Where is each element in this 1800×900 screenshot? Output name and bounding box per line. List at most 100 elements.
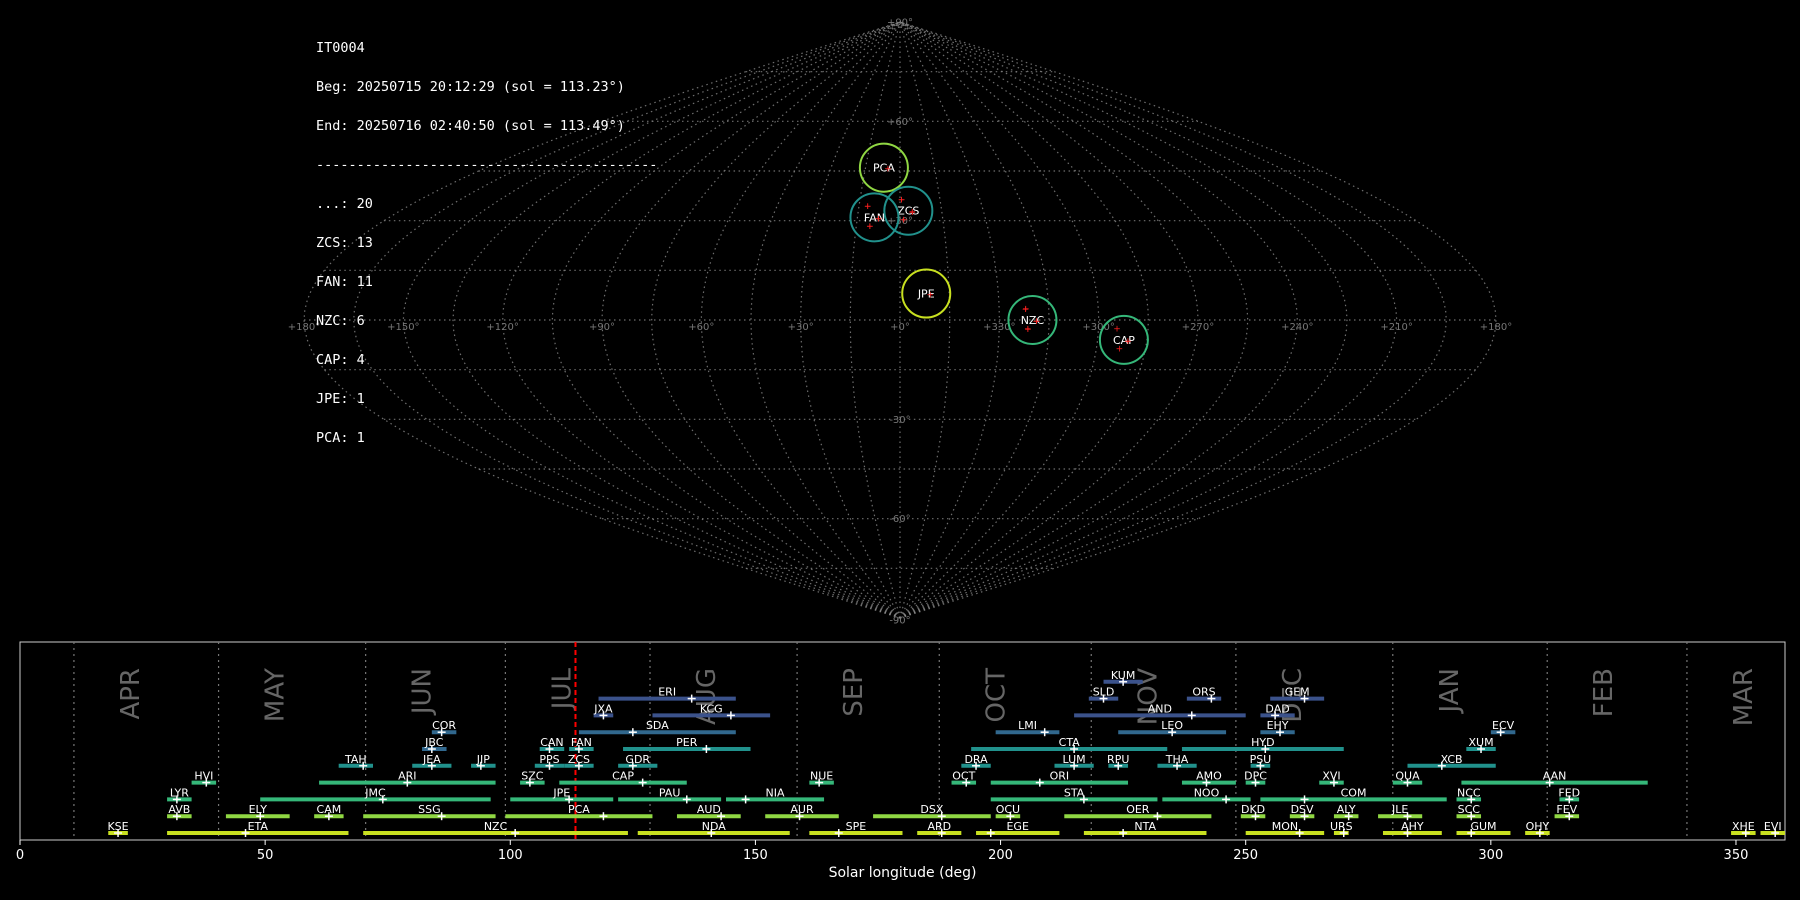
month-label: MAR: [1729, 668, 1759, 726]
shower-can: CAN: [539, 736, 565, 753]
x-tick-label: 150: [743, 848, 768, 863]
shower-ohy: OHY: [1525, 820, 1550, 837]
shower-code-label: ARD: [927, 820, 951, 833]
shower-code-label: LMI: [1018, 719, 1037, 732]
shower-code-label: NOO: [1194, 786, 1220, 799]
shower-code-label: XUM: [1468, 736, 1493, 749]
shower-code-label: AHY: [1401, 820, 1424, 833]
shower-code-label: KUM: [1111, 669, 1135, 682]
shower-code-label: EHY: [1267, 719, 1289, 732]
shower-code-label: JXA: [593, 702, 613, 715]
x-tick-label: 350: [1724, 848, 1749, 863]
shower-code-label: PCA: [568, 803, 590, 816]
shower-code-label: DPC: [1244, 770, 1267, 783]
shower-code-label: GDR: [625, 753, 650, 766]
shower-code-label: XCB: [1441, 753, 1463, 766]
shower-code-label: JLE: [1391, 803, 1408, 816]
shower-jxa: JXA: [593, 702, 614, 720]
shower-code-label: ERI: [658, 686, 676, 699]
shower-code-label: PAU: [659, 786, 681, 799]
shower-code-label: FED: [1558, 786, 1580, 799]
shower-code-label: AUD: [697, 803, 721, 816]
month-label: JAN: [1435, 668, 1465, 714]
shower-code-label: ELY: [249, 803, 268, 816]
shower-code-label: AAN: [1543, 770, 1567, 783]
shower-code-label: PER: [676, 736, 698, 749]
shower-code-label: NDA: [702, 820, 727, 833]
shower-code-label: JMC: [364, 786, 386, 799]
shower-code-label: ECV: [1492, 719, 1515, 732]
shower-psu: PSU: [1250, 753, 1272, 770]
shower-ncc: NCC: [1456, 786, 1482, 804]
month-label: OCT: [981, 668, 1011, 723]
shower-sld: SLD: [1088, 686, 1119, 703]
shower-code-label: COM: [1341, 786, 1367, 799]
shower-code-label: ORI: [1050, 770, 1070, 783]
shower-dkd: DKD: [1240, 803, 1266, 821]
shower-code-label: CAP: [612, 770, 634, 783]
shower-code-label: CAM: [317, 803, 342, 816]
shower-code-label: SPE: [846, 820, 867, 833]
shower-nue: NUE: [809, 770, 834, 787]
shower-code-label: JIP: [476, 753, 490, 766]
shower-code-label: SZC: [521, 770, 544, 783]
shower-dra: DRA: [961, 753, 991, 770]
shower-code-label: CTA: [1059, 736, 1081, 749]
shower-kse: KSE: [107, 820, 129, 837]
shower-code-label: NUE: [810, 770, 833, 783]
shower-code-label: OCT: [952, 770, 975, 783]
month-label: JUN: [408, 668, 438, 716]
shower-code-label: PPS: [539, 753, 559, 766]
shower-hvi: HVI: [191, 770, 217, 787]
shower-dad: DAD: [1260, 702, 1295, 720]
shower-xvi: XVI: [1319, 770, 1344, 787]
shower-code-label: ORS: [1192, 686, 1215, 699]
shower-code-label: HYD: [1251, 736, 1274, 749]
shower-code-label: AND: [1148, 702, 1172, 715]
shower-code-label: DRA: [964, 753, 988, 766]
x-tick-label: 250: [1233, 848, 1258, 863]
shower-rpu: RPU: [1107, 753, 1129, 770]
shower-ocu: OCU: [995, 803, 1021, 821]
shower-code-label: GEM: [1285, 686, 1310, 699]
shower-code-label: JEA: [422, 753, 441, 766]
shower-code-label: NTA: [1134, 820, 1156, 833]
shower-code-label: THA: [1165, 753, 1189, 766]
shower-timeline: APR MAY JUN JUL AUG SEP OCT NOV DEC JAN FEB MARKUME…: [16, 641, 1786, 881]
shower-code-label: PSU: [1250, 753, 1272, 766]
shower-code-label: AVB: [168, 803, 190, 816]
shower-qua: QUA: [1392, 770, 1423, 787]
month-label: FEB: [1589, 668, 1619, 717]
shower-cam: CAM: [314, 803, 344, 821]
month-label: MAY: [261, 668, 291, 722]
shower-ecv: ECV: [1490, 719, 1516, 737]
shower-aly: ALY: [1333, 803, 1359, 821]
shower-code-label: FAN: [571, 736, 592, 749]
shower-code-label: GUM: [1470, 820, 1496, 833]
shower-code-label: OER: [1126, 803, 1150, 816]
shower-code-label: ARI: [398, 770, 416, 783]
shower-code-label: EGE: [1006, 820, 1028, 833]
shower-code-label: ZCS: [568, 753, 590, 766]
shower-code-label: OHY: [1526, 820, 1550, 833]
shower-cor: COR: [431, 719, 456, 737]
shower-oct: OCT: [951, 770, 977, 787]
x-tick-label: 300: [1478, 848, 1503, 863]
shower-fed: FED: [1558, 786, 1580, 804]
shower-code-label: MON: [1272, 820, 1298, 833]
shower-zcs: ZCS: [564, 753, 594, 770]
shower-avb: AVB: [167, 803, 192, 821]
shower-code-label: SLD: [1093, 686, 1115, 699]
shower-code-label: NZC: [484, 820, 508, 833]
x-tick-label: 50: [257, 848, 274, 863]
shower-code-label: JBC: [424, 736, 444, 749]
month-label: APR: [116, 668, 146, 720]
shower-code-label: LUM: [1063, 753, 1086, 766]
shower-code-label: JPE: [552, 786, 570, 799]
x-tick-label: 100: [498, 848, 523, 863]
shower-code-label: RPU: [1107, 753, 1129, 766]
shower-code-label: HVI: [194, 770, 213, 783]
shower-code-label: STA: [1064, 786, 1085, 799]
shower-code-label: FEV: [1556, 803, 1577, 816]
x-tick-label: 200: [988, 848, 1013, 863]
